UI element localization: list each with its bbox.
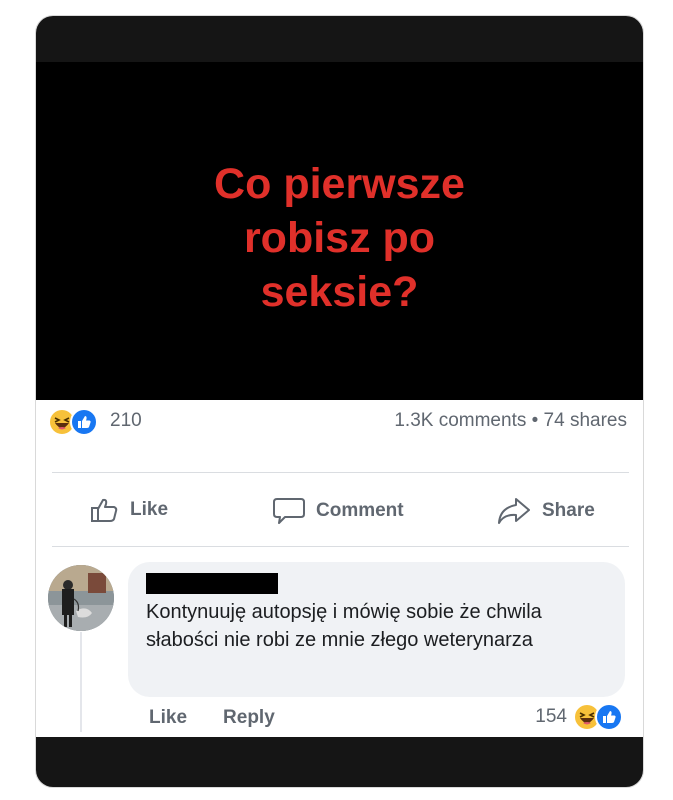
image-caption-line-2: robisz po [243,214,436,262]
share-button[interactable]: Share [496,496,595,526]
post-stats: 210 1.3K comments • 74 shares [36,400,643,472]
image-caption-line-1: Co pierwsze [214,160,465,208]
comment-text: Kontynuuję autopsję i mówię sobie że chw… [146,601,542,651]
stats-divider [52,472,629,473]
comment-bubble: Kontynuuję autopsję i mówię sobie że chw… [128,562,625,697]
comment-actions: Like Reply [149,707,275,729]
comment-bubble-icon [273,498,305,524]
actions-divider [52,546,629,547]
comment-like-button[interactable]: Like [149,707,187,729]
comment-label: Comment [316,500,404,521]
bottom-bar [36,737,643,787]
like-button[interactable]: Like [90,496,168,524]
like-icon [70,408,98,436]
comment-reaction-icons [573,703,623,731]
share-label: Share [542,500,595,521]
comment: Kontynuuję autopsję i mówię sobie że chw… [36,562,643,742]
comment-button[interactable]: Comment [272,496,404,526]
post-image[interactable]: Co pierwsze robisz po seksie? [36,62,643,400]
comments-shares-count[interactable]: 1.3K comments • 74 shares [394,410,627,432]
comment-reply-button[interactable]: Reply [223,707,275,729]
comment-reaction-count: 154 [535,706,567,727]
avatar[interactable] [48,565,114,631]
reaction-icons[interactable] [48,408,104,438]
image-caption: Co pierwsze robisz po seksie? [36,157,643,319]
post-actions: Like Comment Share [36,486,643,538]
reaction-count[interactable]: 210 [110,410,142,432]
top-bar [36,16,643,62]
like-label: Like [130,499,169,520]
redacted-author-name [146,573,278,594]
comment-reactions[interactable]: 154 [535,703,623,731]
like-icon [595,703,623,731]
post-card: Co pierwsze robisz po seksie? 210 1.3K c… [35,15,644,788]
thumbs-up-icon [91,498,118,522]
thread-line [80,632,82,732]
share-arrow-icon [498,498,530,524]
image-caption-line-3: seksie? [260,268,419,316]
